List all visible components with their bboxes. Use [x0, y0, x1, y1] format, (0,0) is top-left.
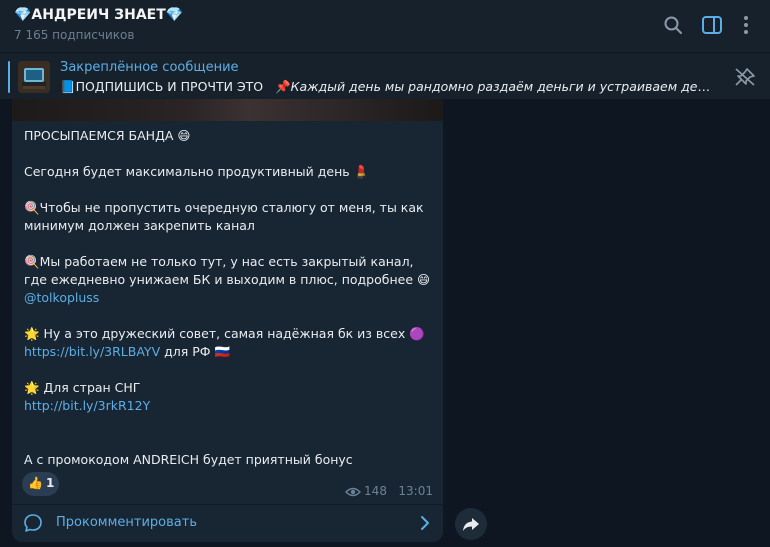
more-vertical-icon[interactable]: [735, 14, 757, 36]
thumbs-up-icon: 👍: [28, 476, 43, 490]
pinned-thumbnail: [18, 61, 50, 93]
msg-line-2: Сегодня будет максимально продуктивный д…: [24, 164, 370, 179]
views-eye-icon: [345, 487, 362, 496]
comment-button[interactable]: Прокомментировать: [12, 505, 443, 542]
message-image[interactable]: [12, 99, 443, 121]
msg-line-1: ПРОСЫПАЕМСЯ БАНДА 😄: [24, 128, 191, 143]
chat-header: 💎АНДРЕИЧ ЗНАЕТ💎 7 165 подписчиков: [0, 0, 770, 52]
pinned-italic-text: Каждый день мы рандомно раздаём деньги и…: [290, 79, 710, 94]
msg-para-7: А с промокодом ANDREICH будет приятный б…: [24, 452, 353, 467]
share-button[interactable]: [455, 508, 487, 540]
pinned-message-bar[interactable]: Закреплённое сообщение 📘ПОДПИШИСЬ И ПРОЧ…: [0, 52, 770, 99]
reaction-count: 1: [45, 476, 55, 490]
rf-link[interactable]: https://bit.ly/3RLBAYV: [24, 344, 160, 359]
chevron-right-icon: [421, 516, 429, 530]
msg-para-6: 🌟 Для стран СНГ: [24, 380, 141, 395]
message-bubble: ПРОСЫПАЕМСЯ БАНДА 😄 Сегодня будет максим…: [12, 99, 443, 542]
sng-link[interactable]: http://bit.ly/3rkR12Y: [24, 398, 150, 413]
pinned-prefix: 📘ПОДПИШИСЬ И ПРОЧТИ ЭТО: [60, 79, 264, 94]
reaction-thumbs-up[interactable]: 👍 1: [22, 472, 59, 496]
pinned-label: Закреплённое сообщение: [60, 60, 239, 75]
message-text: ПРОСЫПАЕМСЯ БАНДА 😄 Сегодня будет максим…: [24, 127, 434, 469]
pin-emoji: 📌: [275, 79, 291, 94]
view-count: 148: [364, 484, 387, 498]
subscriber-count: 7 165 подписчиков: [14, 28, 135, 42]
channel-title[interactable]: 💎АНДРЕИЧ ЗНАЕТ💎: [14, 7, 183, 23]
sidebar-toggle-icon[interactable]: [701, 14, 723, 36]
msg-para-4: 🍭Мы работаем не только тут, у нас есть з…: [24, 254, 431, 287]
share-arrow-icon: [463, 518, 479, 531]
unpin-icon[interactable]: [734, 67, 756, 87]
comment-bubble-icon: [24, 514, 42, 532]
comment-label: Прокомментировать: [56, 515, 197, 530]
message-meta: 148 13:01: [345, 484, 433, 498]
pinned-text: 📘ПОДПИШИСЬ И ПРОЧТИ ЭТО 📌Каждый день мы …: [60, 79, 710, 95]
message-time: 13:01: [398, 484, 433, 498]
rf-suffix: для РФ 🇷🇺: [160, 344, 231, 359]
search-icon[interactable]: [662, 14, 684, 36]
msg-para-5: 🌟 Ну а это дружеский совет, самая надёжн…: [24, 326, 425, 341]
tolkopluss-link[interactable]: @tolkopluss: [24, 290, 99, 305]
msg-para-3: 🍭Чтобы не пропустить очередную сталюгу о…: [24, 200, 424, 233]
pinned-indicator: [8, 61, 10, 93]
